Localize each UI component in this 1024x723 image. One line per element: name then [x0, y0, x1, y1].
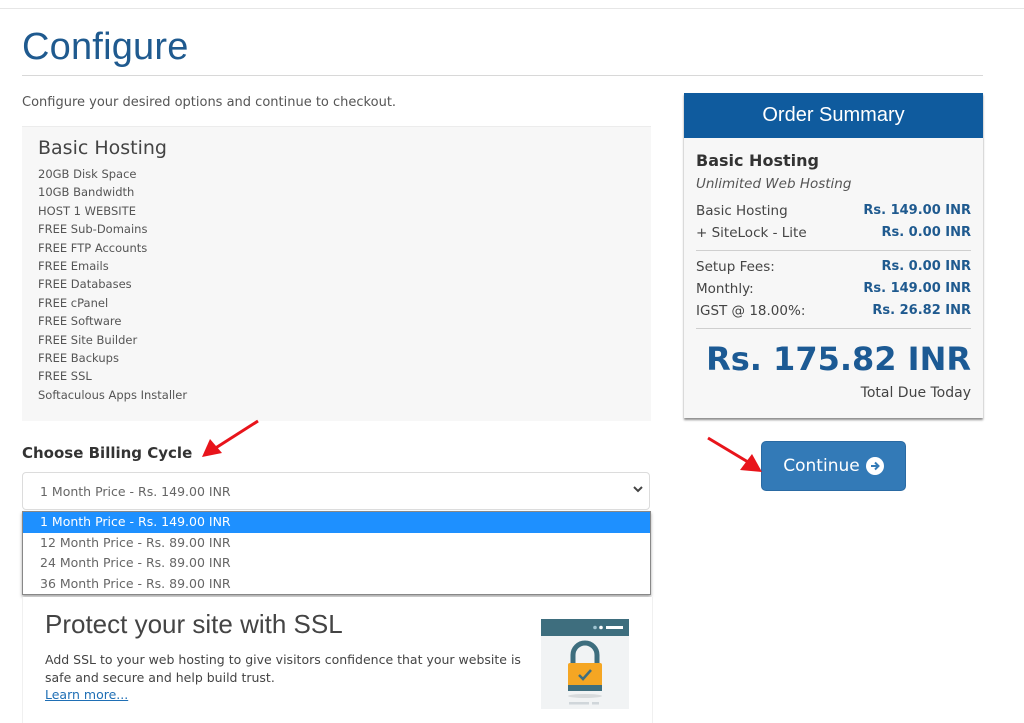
feature-item: FREE SSL [38, 369, 92, 384]
feature-item: FREE FTP Accounts [38, 240, 148, 255]
product-info-panel: Basic Hosting 20GB Disk Space 10GB Bandw… [22, 126, 651, 421]
feature-item: FREE Site Builder [38, 332, 138, 347]
billing-cycle-select[interactable]: 1 Month Price - Rs. 149.00 INR [22, 472, 650, 510]
ssl-promo-description: Add SSL to your web hosting to give visi… [45, 652, 521, 685]
feature-item: FREE cPanel [38, 295, 109, 310]
feature-item: FREE Backups [38, 350, 119, 365]
product-name: Basic Hosting [38, 137, 167, 159]
feature-item: 20GB Disk Space [38, 167, 137, 181]
line-item-label: Basic Hosting [696, 203, 788, 219]
feature-item: FREE Emails [38, 258, 109, 273]
feature-list: 20GB Disk Space 10GB Bandwidth HOST 1 WE… [38, 165, 187, 404]
total-row-label: Setup Fees: [696, 259, 775, 275]
total-row-value: Rs. 149.00 INR [863, 281, 971, 296]
total-row-value: Rs. 26.82 INR [872, 303, 971, 318]
summary-total-row: Monthly: Rs. 149.00 INR [696, 281, 971, 301]
billing-option-12-month[interactable]: 12 Month Price - Rs. 89.00 INR [23, 533, 650, 554]
feature-item: FREE Databases [38, 277, 132, 292]
summary-line-item: Basic Hosting Rs. 149.00 INR [696, 203, 971, 223]
total-due-label: Total Due Today [860, 385, 971, 401]
total-row-label: IGST @ 18.00%: [696, 303, 806, 319]
page-title: Configure [22, 26, 189, 68]
chevron-down-icon [633, 486, 643, 493]
ssl-promo-title: Protect your site with SSL [45, 609, 343, 639]
billing-option-24-month[interactable]: 24 Month Price - Rs. 89.00 INR [23, 553, 650, 574]
billing-option-36-month[interactable]: 36 Month Price - Rs. 89.00 INR [23, 574, 650, 595]
summary-divider [696, 250, 971, 251]
line-item-value: Rs. 0.00 INR [881, 225, 971, 240]
summary-product-group: Unlimited Web Hosting [696, 176, 852, 192]
feature-item: FREE Sub-Domains [38, 222, 148, 237]
feature-item: HOST 1 WEBSITE [38, 203, 136, 218]
feature-item: 10GB Bandwidth [38, 185, 135, 200]
top-divider [0, 8, 1024, 9]
billing-option-1-month[interactable]: 1 Month Price - Rs. 149.00 INR [23, 512, 650, 533]
summary-divider [696, 328, 971, 329]
ssl-padlock-illustration-icon [541, 619, 629, 709]
line-item-value: Rs. 149.00 INR [863, 203, 971, 218]
intro-text: Configure your desired options and conti… [22, 95, 397, 110]
title-divider [22, 75, 983, 76]
billing-cycle-selected-value: 1 Month Price - Rs. 149.00 INR [40, 484, 231, 499]
summary-line-item: + SiteLock - Lite Rs. 0.00 INR [696, 225, 971, 245]
total-row-value: Rs. 0.00 INR [881, 259, 971, 274]
feature-item: Softaculous Apps Installer [38, 387, 188, 402]
billing-cycle-label: Choose Billing Cycle [22, 444, 193, 462]
arrow-right-circle-icon [865, 457, 884, 475]
continue-button[interactable]: Continue [761, 441, 906, 491]
order-summary-panel: Order Summary Basic Hosting Unlimited We… [684, 93, 983, 418]
summary-total-row: Setup Fees: Rs. 0.00 INR [696, 259, 971, 279]
feature-item: FREE Software [38, 314, 122, 329]
continue-button-label: Continue [783, 456, 860, 476]
order-summary-heading: Order Summary [684, 93, 983, 138]
summary-total-row: IGST @ 18.00%: Rs. 26.82 INR [696, 303, 971, 323]
total-row-label: Monthly: [696, 281, 754, 297]
learn-more-link[interactable]: Learn more... [45, 687, 128, 702]
summary-product-name: Basic Hosting [696, 151, 819, 170]
annotation-arrow-icon [202, 419, 259, 457]
line-item-label: + SiteLock - Lite [696, 225, 807, 241]
billing-cycle-dropdown: 1 Month Price - Rs. 149.00 INR 12 Month … [22, 511, 651, 595]
annotation-arrow-icon [707, 436, 762, 472]
total-due-amount: Rs. 175.82 INR [706, 340, 971, 378]
ssl-promo-panel: Protect your site with SSL Add SSL to yo… [22, 597, 653, 723]
